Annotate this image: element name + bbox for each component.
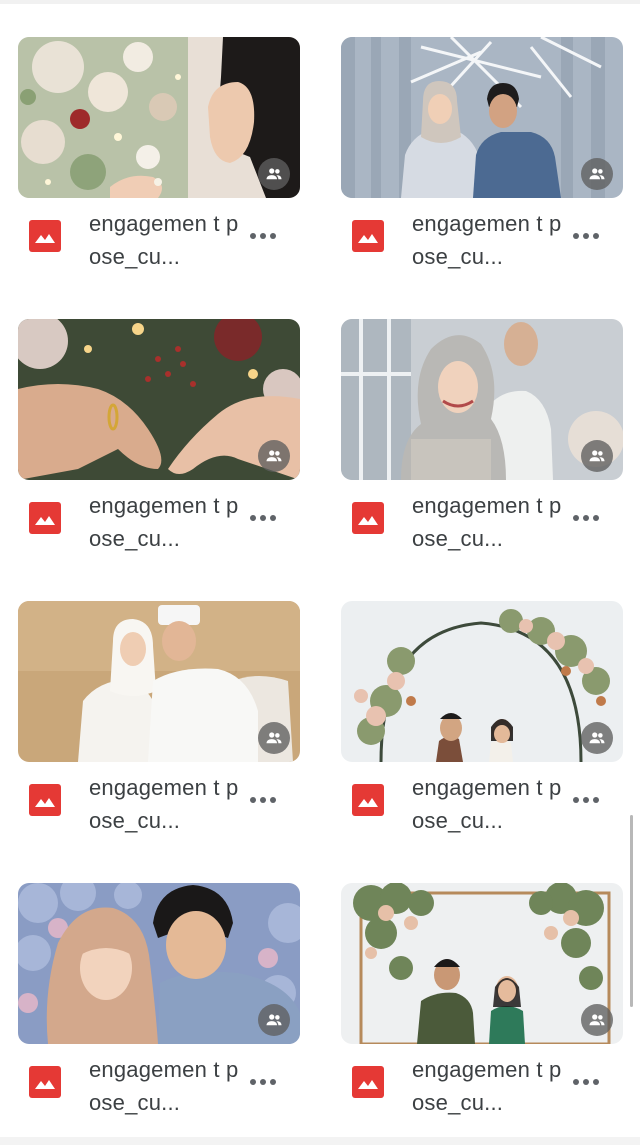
shared-people-icon (258, 722, 290, 754)
image-file-icon (29, 1066, 61, 1098)
file-card[interactable]: engagemen t pose_cu... (18, 37, 300, 282)
shared-people-icon (258, 440, 290, 472)
file-info: engagemen t pose_cu... (341, 1053, 623, 1125)
image-file-icon (29, 220, 61, 252)
more-options-icon[interactable] (568, 500, 604, 536)
file-name: engagemen t pose_cu... (89, 493, 239, 551)
file-card[interactable]: engagemen t pose_cu... (341, 601, 623, 846)
file-name: engagemen t pose_cu... (412, 211, 562, 269)
shared-people-icon (581, 440, 613, 472)
image-file-icon (352, 502, 384, 534)
shared-people-icon (581, 158, 613, 190)
file-card[interactable]: engagemen t pose_cu... (341, 319, 623, 564)
file-card[interactable]: engagemen t pose_cu... (341, 37, 623, 282)
file-name: engagemen t pose_cu... (89, 1057, 239, 1115)
file-thumbnail[interactable] (18, 319, 300, 480)
bottom-bar (0, 1137, 640, 1145)
image-file-icon (352, 1066, 384, 1098)
file-grid: engagemen t pose_cu... engagemen t pose_… (0, 0, 640, 1145)
file-card[interactable]: engagemen t pose_cu... (18, 319, 300, 564)
image-file-icon (352, 220, 384, 252)
more-options-icon[interactable] (568, 218, 604, 254)
image-file-icon (29, 502, 61, 534)
file-info: engagemen t pose_cu... (18, 207, 300, 279)
more-options-icon[interactable] (245, 218, 281, 254)
scrollbar-thumb[interactable] (630, 815, 633, 1007)
image-file-icon (352, 784, 384, 816)
file-info: engagemen t pose_cu... (18, 489, 300, 561)
file-info: engagemen t pose_cu... (341, 771, 623, 843)
more-options-icon[interactable] (245, 500, 281, 536)
file-info: engagemen t pose_cu... (18, 1053, 300, 1125)
file-name: engagemen t pose_cu... (412, 775, 562, 833)
more-options-icon[interactable] (245, 782, 281, 818)
more-options-icon[interactable] (245, 1064, 281, 1100)
file-info: engagemen t pose_cu... (341, 489, 623, 561)
file-thumbnail[interactable] (18, 883, 300, 1044)
file-name: engagemen t pose_cu... (89, 211, 239, 269)
file-name: engagemen t pose_cu... (412, 1057, 562, 1115)
file-card[interactable]: engagemen t pose_cu... (18, 601, 300, 846)
file-name: engagemen t pose_cu... (412, 493, 562, 551)
shared-people-icon (581, 1004, 613, 1036)
shared-people-icon (258, 158, 290, 190)
image-file-icon (29, 784, 61, 816)
file-name: engagemen t pose_cu... (89, 775, 239, 833)
shared-people-icon (258, 1004, 290, 1036)
file-thumbnail[interactable] (341, 883, 623, 1044)
shared-people-icon (581, 722, 613, 754)
file-info: engagemen t pose_cu... (18, 771, 300, 843)
more-options-icon[interactable] (568, 1064, 604, 1100)
more-options-icon[interactable] (568, 782, 604, 818)
file-card[interactable]: engagemen t pose_cu... (341, 883, 623, 1128)
file-thumbnail[interactable] (18, 37, 300, 198)
file-thumbnail[interactable] (341, 37, 623, 198)
file-thumbnail[interactable] (341, 319, 623, 480)
file-thumbnail[interactable] (341, 601, 623, 762)
file-thumbnail[interactable] (18, 601, 300, 762)
file-info: engagemen t pose_cu... (341, 207, 623, 279)
file-card[interactable]: engagemen t pose_cu... (18, 883, 300, 1128)
